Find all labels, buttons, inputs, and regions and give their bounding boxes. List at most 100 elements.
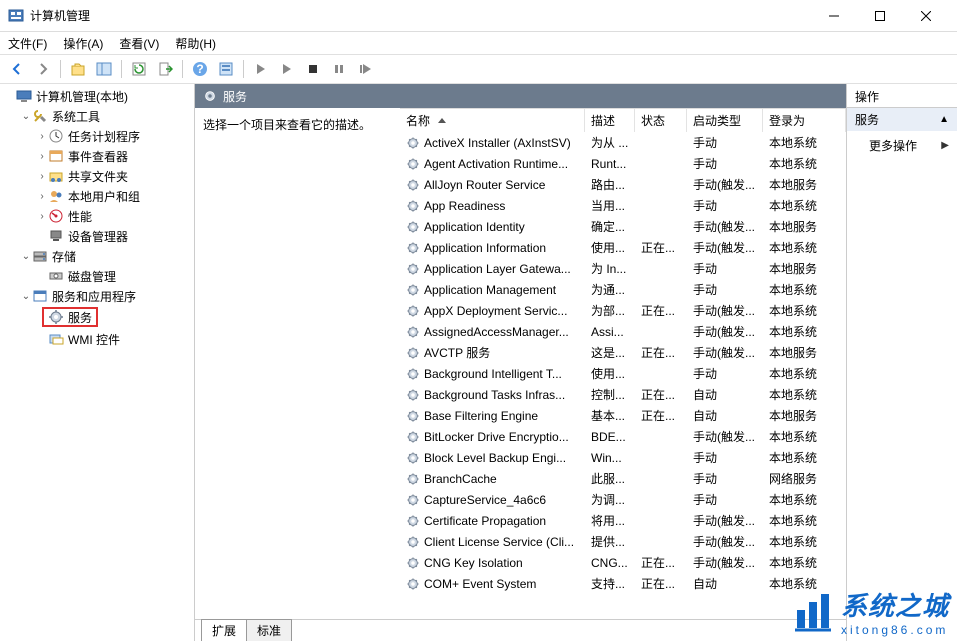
tree-task-scheduler[interactable]: ›任务计划程序 [32,126,194,146]
col-status[interactable]: 状态 [635,109,687,132]
service-row[interactable]: Application Identity确定...手动(触发...本地服务 [400,216,846,237]
service-row[interactable]: Application Layer Gatewa...为 In...手动本地服务 [400,258,846,279]
tree-services[interactable]: 服务 [42,307,98,327]
service-row[interactable]: AssignedAccessManager...Assi...手动(触发...本… [400,321,846,342]
service-row[interactable]: CaptureService_4a6c6为调...手动本地系统 [400,489,846,510]
tree-system-tools[interactable]: ⌄ 系统工具 [16,106,194,126]
nav-back-button[interactable] [6,58,28,80]
cell-name: Background Tasks Infras... [400,388,585,402]
media-pause-button[interactable] [328,58,350,80]
service-row[interactable]: AVCTP 服务这是...正在...手动(触发...本地服务 [400,342,846,363]
media-stop-button[interactable] [302,58,324,80]
tree-performance[interactable]: ›性能 [32,206,194,226]
service-row[interactable]: Application Information使用...正在...手动(触发..… [400,237,846,258]
gear-icon [406,178,420,192]
cell-desc: 当用... [585,197,635,214]
col-desc[interactable]: 描述 [585,109,635,132]
services-rows[interactable]: ActiveX Installer (AxInstSV)为从 ...手动本地系统… [400,132,846,619]
service-row[interactable]: App Readiness当用...手动本地系统 [400,195,846,216]
media-play2-button[interactable] [276,58,298,80]
menu-help[interactable]: 帮助(H) [175,35,216,52]
tree-root[interactable]: 计算机管理(本地) [0,86,194,106]
cell-name: Agent Activation Runtime... [400,157,585,171]
tree-wmi[interactable]: WMI 控件 [32,329,194,349]
cell-desc: 使用... [585,365,635,382]
service-row[interactable]: ActiveX Installer (AxInstSV)为从 ...手动本地系统 [400,132,846,153]
service-row[interactable]: CNG Key IsolationCNG...正在...手动(触发...本地系统 [400,552,846,573]
gear-icon [406,556,420,570]
tree-label: 本地用户和组 [68,188,140,205]
cell-desc: 为部... [585,302,635,319]
tree-event-viewer[interactable]: ›事件查看器 [32,146,194,166]
cell-desc: 提供... [585,533,635,550]
chevron-down-icon: ⌄ [20,251,32,262]
service-row[interactable]: AllJoyn Router Service路由...手动(触发...本地服务 [400,174,846,195]
service-row[interactable]: Certificate Propagation将用...手动(触发...本地系统 [400,510,846,531]
cell-logon: 本地系统 [763,533,831,550]
service-row[interactable]: AppX Deployment Servic...为部...正在...手动(触发… [400,300,846,321]
tree-label: WMI 控件 [68,331,120,348]
tree-services-apps[interactable]: ⌄ 服务和应用程序 [16,286,194,306]
tab-extended[interactable]: 扩展 [201,619,247,641]
cell-name: Background Intelligent T... [400,367,585,381]
cell-startup: 手动(触发... [687,512,763,529]
up-level-button[interactable] [67,58,89,80]
tree-shared-folders[interactable]: ›共享文件夹 [32,166,194,186]
cell-startup: 手动 [687,155,763,172]
service-row[interactable]: COM+ Event System支持...正在...自动本地系统 [400,573,846,594]
service-row[interactable]: Block Level Backup Engi...Win...手动本地系统 [400,447,846,468]
export-list-button[interactable] [154,58,176,80]
cell-name: AssignedAccessManager... [400,325,585,339]
cell-name: BitLocker Drive Encryptio... [400,430,585,444]
tree-label: 磁盘管理 [68,268,116,285]
show-hide-tree-button[interactable] [93,58,115,80]
service-row[interactable]: Base Filtering Engine基本...正在...自动本地服务 [400,405,846,426]
actions-more[interactable]: 更多操作 ▶ [847,131,957,160]
service-row[interactable]: Background Intelligent T...使用...手动本地系统 [400,363,846,384]
tree-storage[interactable]: ⌄ 存储 [16,246,194,266]
tab-standard[interactable]: 标准 [246,619,292,641]
chevron-right-icon: › [36,131,48,142]
service-row[interactable]: Client License Service (Cli...提供...手动(触发… [400,531,846,552]
menubar: 文件(F) 操作(A) 查看(V) 帮助(H) [0,32,957,54]
titlebar: 计算机管理 [0,0,957,32]
nav-forward-button[interactable] [32,58,54,80]
service-row[interactable]: Application Management为通...手动本地系统 [400,279,846,300]
service-name-text: Background Tasks Infras... [424,388,565,402]
menu-file[interactable]: 文件(F) [8,35,47,52]
tree-disk-management[interactable]: 磁盘管理 [32,266,194,286]
cell-logon: 本地服务 [763,344,831,361]
cell-startup: 手动 [687,134,763,151]
cell-name: AllJoyn Router Service [400,178,585,192]
service-row[interactable]: Agent Activation Runtime...Runt...手动本地系统 [400,153,846,174]
maximize-button[interactable] [857,1,903,31]
cell-desc: CNG... [585,556,635,570]
services-list: 名称 描述 状态 启动类型 登录为 ActiveX Installer (AxI… [400,108,846,619]
refresh-button[interactable] [128,58,150,80]
cell-logon: 本地服务 [763,218,831,235]
col-name[interactable]: 名称 [400,109,585,132]
service-row[interactable]: Background Tasks Infras...控制...正在...自动本地… [400,384,846,405]
tree-device-manager[interactable]: 设备管理器 [32,226,194,246]
media-play-button[interactable] [250,58,272,80]
actions-section-services[interactable]: 服务 ▲ [847,108,957,131]
cell-startup: 手动 [687,281,763,298]
properties-button[interactable] [215,58,237,80]
menu-action[interactable]: 操作(A) [63,35,103,52]
service-name-text: Application Information [424,241,546,255]
cell-startup: 手动(触发... [687,344,763,361]
cell-startup: 手动 [687,260,763,277]
description-prompt: 选择一个项目来查看它的描述。 [203,118,371,132]
minimize-button[interactable] [811,1,857,31]
media-restart-button[interactable] [354,58,376,80]
window-title: 计算机管理 [30,7,811,24]
menu-view[interactable]: 查看(V) [119,35,159,52]
tree-local-users[interactable]: ›本地用户和组 [32,186,194,206]
close-button[interactable] [903,1,949,31]
help-button[interactable]: ? [189,58,211,80]
col-startup[interactable]: 启动类型 [687,109,763,132]
col-logon[interactable]: 登录为 [763,109,846,132]
service-row[interactable]: BranchCache此服...手动网络服务 [400,468,846,489]
navigation-tree[interactable]: 计算机管理(本地) ⌄ 系统工具 ›任务计划程序 ›事件查看器 ›共享文件夹 ›… [0,84,195,641]
service-row[interactable]: BitLocker Drive Encryptio...BDE...手动(触发.… [400,426,846,447]
